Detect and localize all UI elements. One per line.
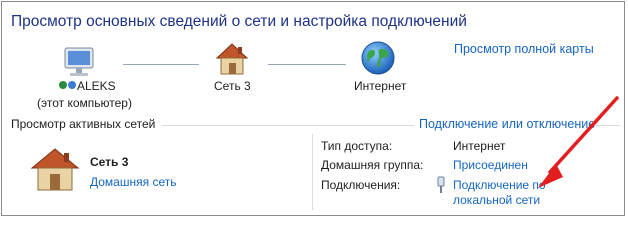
annotation-arrow [538, 96, 619, 188]
